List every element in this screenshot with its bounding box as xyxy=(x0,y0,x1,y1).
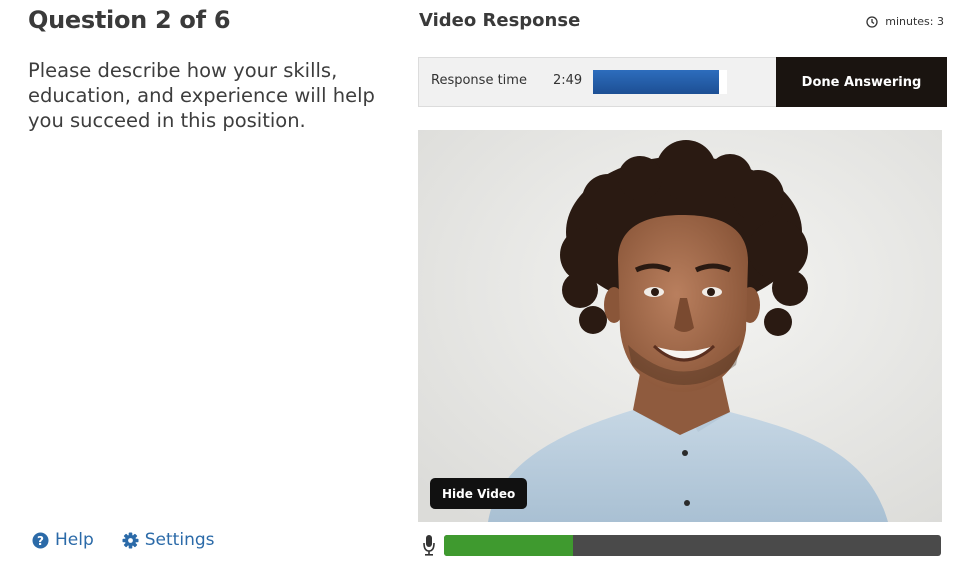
response-time-bar: Response time 2:49 Done Answering xyxy=(418,57,947,107)
help-link[interactable]: ? Help xyxy=(32,530,94,550)
response-time-progress-fill xyxy=(593,70,719,94)
settings-label: Settings xyxy=(144,530,215,550)
video-response-title: Video Response xyxy=(419,10,581,31)
clock-icon xyxy=(866,15,878,28)
response-time-progress xyxy=(593,70,727,94)
microphone-icon xyxy=(423,535,435,556)
video-preview: Hide Video xyxy=(418,130,942,522)
gear-icon xyxy=(122,532,139,548)
video-response-panel: Video Response minutes: 3 Response time … xyxy=(418,0,948,565)
done-answering-button[interactable]: Done Answering xyxy=(776,57,947,107)
question-heading: Question 2 of 6 xyxy=(28,6,231,34)
question-circle-icon: ? xyxy=(32,532,49,548)
response-time-value: 2:49 xyxy=(553,73,583,88)
footer-links: ? Help Settings xyxy=(32,530,215,550)
webcam-feed-image xyxy=(418,130,942,522)
audio-level-row xyxy=(422,534,942,556)
audio-level-meter xyxy=(444,535,941,556)
timer: minutes: 3 xyxy=(866,15,944,28)
question-panel: Question 2 of 6 Please describe how your… xyxy=(28,0,398,565)
response-time-label: Response time xyxy=(431,73,527,88)
settings-link[interactable]: Settings xyxy=(122,530,215,550)
timer-text: minutes: 3 xyxy=(885,15,944,28)
help-label: Help xyxy=(55,530,94,550)
audio-level-fill xyxy=(444,535,574,556)
hide-video-button[interactable]: Hide Video xyxy=(430,478,528,509)
svg-text:?: ? xyxy=(37,534,44,548)
question-text: Please describe how your skills, educati… xyxy=(28,59,375,132)
